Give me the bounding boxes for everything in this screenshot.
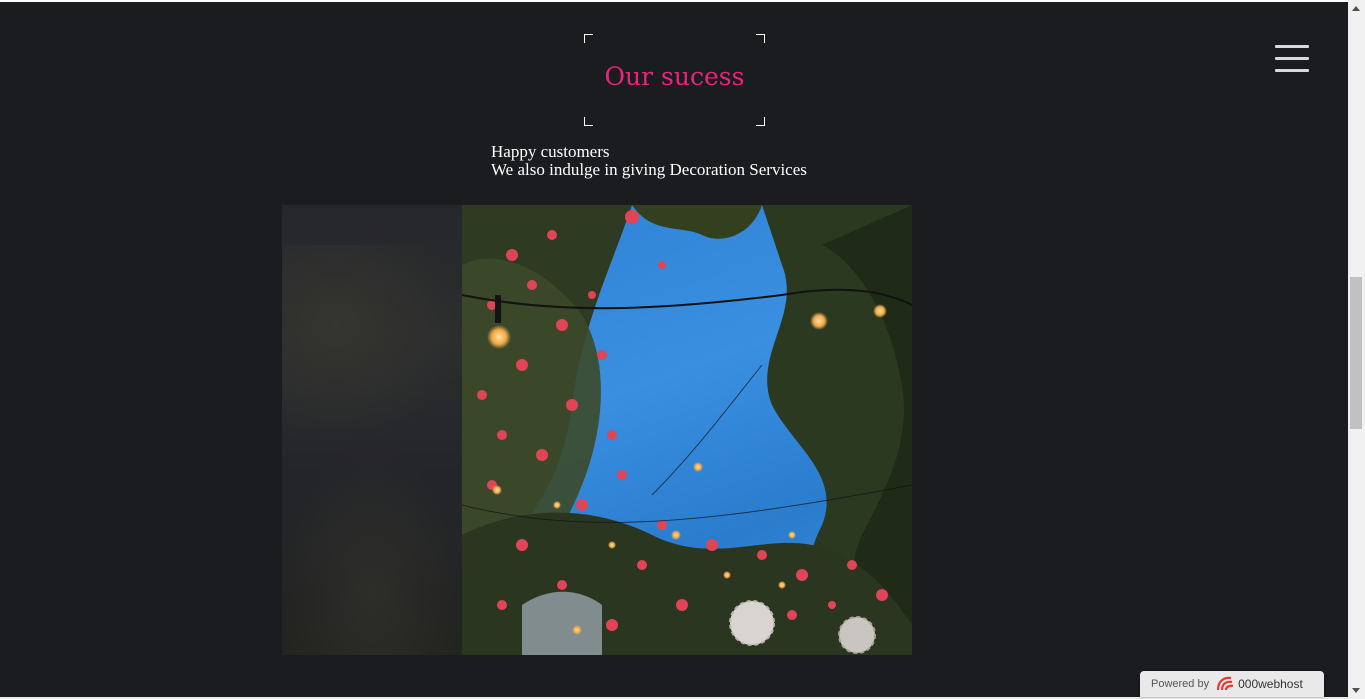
scroll-down-arrow-icon[interactable] xyxy=(1352,688,1360,693)
section-title-frame: Our sucess xyxy=(584,34,765,126)
hamburger-icon-bar xyxy=(1275,57,1309,60)
powered-by-brand: 000webhost xyxy=(1238,677,1303,691)
prev-slide-shade xyxy=(282,445,462,655)
scrollbar-thumb[interactable] xyxy=(1350,277,1362,429)
section-subtitle: Happy customers We also indulge in givin… xyxy=(491,143,807,179)
frame-corner-top-right xyxy=(756,34,765,43)
scroll-up-arrow-icon[interactable] xyxy=(1352,6,1360,11)
subtitle-line-2: We also indulge in giving Decoration Ser… xyxy=(491,160,807,179)
flowering-tree-photo xyxy=(462,205,912,655)
gallery-main-image[interactable] xyxy=(462,205,912,655)
subtitle-line-1: Happy customers xyxy=(491,142,610,161)
000webhost-logo-icon xyxy=(1216,676,1234,691)
frame-corner-top-left xyxy=(584,34,593,43)
powered-by-label: Powered by xyxy=(1151,678,1210,690)
hamburger-icon xyxy=(1275,45,1309,48)
powered-by-badge[interactable]: Powered by 000webhost xyxy=(1140,671,1324,697)
frame-corner-bottom-left xyxy=(584,117,593,126)
section-title: Our sucess xyxy=(604,62,745,91)
vertical-scrollbar[interactable] xyxy=(1348,0,1365,699)
prev-slide-shade xyxy=(282,245,462,445)
gallery-previous-slide[interactable] xyxy=(282,205,462,655)
hamburger-icon-bar xyxy=(1275,69,1309,72)
hamburger-menu-button[interactable] xyxy=(1275,45,1309,73)
frame-corner-bottom-right xyxy=(756,117,765,126)
page-viewport: Our sucess Happy customers We also indul… xyxy=(0,2,1348,697)
